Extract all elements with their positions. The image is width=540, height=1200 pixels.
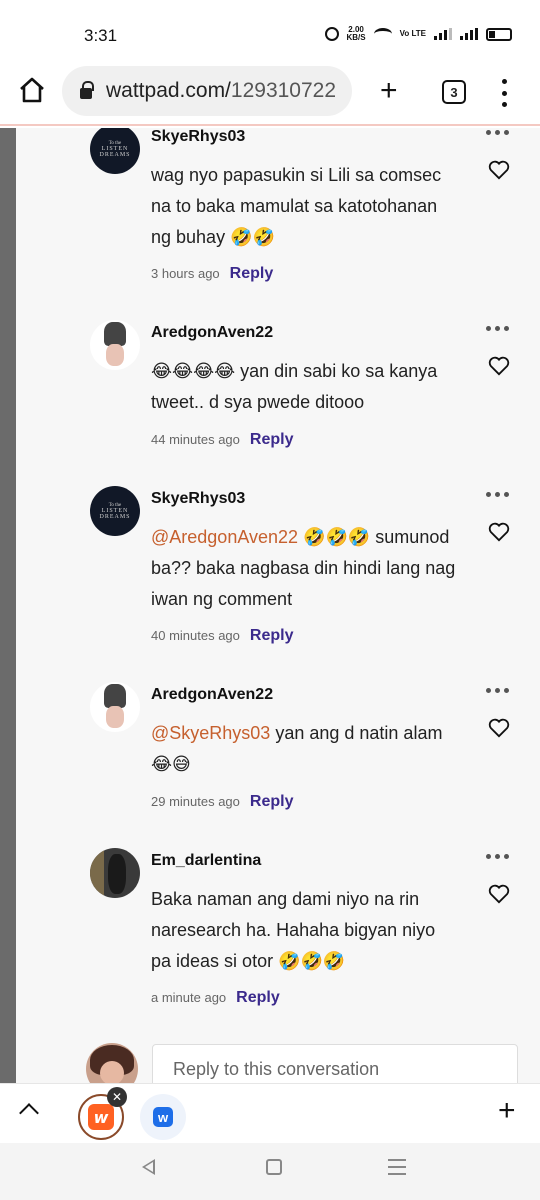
comment-line: @AredgonAven22 🤣🤣🤣 sumunod <box>151 522 461 553</box>
comment-meta: 44 minutes ago Reply <box>151 431 293 449</box>
comment-line: naresearch ha. Hahaha bigyan niyo <box>151 920 436 940</box>
w-app-icon: w <box>153 1107 173 1127</box>
comment-meta: 40 minutes ago Reply <box>151 627 293 645</box>
status-bar: 3:31 2.00 KB/S Vo LTE <box>0 0 540 60</box>
comment-text: 😂😂😂😂 yan din sabi ko sa kanya tweet.. d … <box>151 356 461 418</box>
avatar[interactable]: To the LISTEN DREAMS <box>90 128 140 174</box>
current-user-avatar <box>86 1043 138 1083</box>
lock-icon <box>80 81 94 99</box>
heart-icon[interactable] <box>488 160 510 180</box>
comment-username[interactable]: AredgonAven22 <box>151 324 273 342</box>
reply-link[interactable]: Reply <box>230 265 274 283</box>
comment-line: iwan ng comment <box>151 589 293 609</box>
recents-icon[interactable] <box>388 1159 406 1175</box>
volte-label: Vo LTE <box>399 29 426 38</box>
back-icon[interactable] <box>142 1159 155 1175</box>
wattpad-icon: w <box>88 1104 114 1130</box>
reply-link[interactable]: Reply <box>250 627 294 645</box>
comment-meta: 3 hours ago Reply <box>151 265 273 283</box>
timestamp: 3 hours ago <box>151 266 220 281</box>
more-options-icon[interactable] <box>486 854 509 859</box>
heart-icon[interactable] <box>488 718 510 738</box>
avatar[interactable] <box>90 848 140 898</box>
avatar[interactable] <box>90 320 140 370</box>
comment-text: Baka naman ang dami niyo na rin naresear… <box>151 884 461 977</box>
chevron-up-icon[interactable] <box>19 1103 39 1123</box>
close-icon[interactable]: ✕ <box>107 1087 127 1107</box>
home-square-icon[interactable] <box>266 1159 282 1175</box>
mention-link[interactable]: @SkyeRhys03 <box>151 723 270 743</box>
timestamp: 29 minutes ago <box>151 794 240 809</box>
reply-link[interactable]: Reply <box>236 989 280 1007</box>
more-options-icon[interactable] <box>486 326 509 331</box>
avatar[interactable]: To the LISTEN DREAMS <box>90 486 140 536</box>
heart-icon[interactable] <box>488 884 510 904</box>
url-path: 129310722 <box>230 79 337 102</box>
more-options-icon[interactable] <box>486 130 509 135</box>
comment-line: @SkyeRhys03 yan ang d natin alam <box>151 718 461 749</box>
comment-text: wag nyo papasukin si Lili sa comsec na t… <box>151 160 461 253</box>
comment-line: pa ideas si otor 🤣🤣🤣 <box>151 951 346 971</box>
status-icons: 2.00 KB/S Vo LTE <box>324 26 512 42</box>
comment-username[interactable]: Em_darlentina <box>151 852 261 870</box>
comment-line: 😂😂😂😂 yan din sabi ko sa kanya <box>151 361 438 381</box>
timestamp: a minute ago <box>151 990 227 1005</box>
avatar[interactable] <box>90 682 140 732</box>
comment-line: 😂😅 <box>151 754 191 774</box>
comment-username[interactable]: SkyeRhys03 <box>151 490 245 508</box>
comment-text: @AredgonAven22 🤣🤣🤣 sumunod ba?? baka nag… <box>151 522 461 615</box>
signal-icon-1 <box>434 28 452 40</box>
comment-meta: 29 minutes ago Reply <box>151 793 293 811</box>
comment-username[interactable]: AredgonAven22 <box>151 686 273 704</box>
wifi-icon <box>373 28 392 40</box>
comment-line: ba?? baka nagbasa din hindi lang nag <box>151 558 456 578</box>
tab-switcher-button[interactable]: 3 <box>442 80 466 104</box>
comment-line: Baka naman ang dami niyo na rin <box>151 889 420 909</box>
clock: 3:31 <box>84 26 118 45</box>
system-nav-bar <box>0 1143 540 1200</box>
url-text: wattpad.com/129310722 <box>106 79 336 103</box>
comment-meta: a minute ago Reply <box>151 989 280 1007</box>
bottom-tab-bar: w ✕ w + <box>0 1083 540 1143</box>
browser-toolbar: wattpad.com/129310722 + 3 <box>0 60 540 126</box>
comment-list[interactable]: To the LISTEN DREAMS SkyeRhys03 wag nyo … <box>16 128 540 1083</box>
new-tab-button[interactable]: + <box>380 76 398 106</box>
comment-line: tweet.. d sya pwede ditooo <box>151 392 365 412</box>
network-speed-unit: KB/S <box>346 33 366 42</box>
comment-line-text: 🤣🤣🤣 sumunod <box>298 527 450 547</box>
comment-text: @SkyeRhys03 yan ang d natin alam 😂😅 <box>151 718 461 780</box>
timestamp: 44 minutes ago <box>151 432 240 447</box>
more-options-icon[interactable] <box>486 492 509 497</box>
left-rail <box>0 128 16 1083</box>
reply-link[interactable]: Reply <box>250 793 294 811</box>
more-options-icon[interactable] <box>486 688 509 693</box>
comment-line: wag nyo papasukin si Lili sa comsec <box>151 165 442 185</box>
battery-icon <box>486 27 512 41</box>
signal-icon-2 <box>460 28 478 40</box>
address-bar[interactable]: wattpad.com/129310722 <box>62 66 352 116</box>
alarm-icon <box>324 27 339 41</box>
reply-input[interactable]: Reply to this conversation <box>152 1044 518 1083</box>
comment-line: ng buhay 🤣🤣 <box>151 227 275 247</box>
reply-link[interactable]: Reply <box>250 431 294 449</box>
avatar-text: DREAMS <box>99 151 131 158</box>
avatar-text: DREAMS <box>99 513 131 520</box>
home-icon[interactable] <box>18 76 46 104</box>
comment-username[interactable]: SkyeRhys03 <box>151 128 245 146</box>
add-tab-button[interactable]: + <box>498 1096 516 1126</box>
url-domain: wattpad.com/ <box>106 79 231 102</box>
timestamp: 40 minutes ago <box>151 628 240 643</box>
w-app-tab[interactable]: w <box>140 1094 186 1140</box>
mention-link[interactable]: @AredgonAven22 <box>151 527 298 547</box>
comment-line: na to baka mamulat sa katotohanan <box>151 196 438 216</box>
network-speed: 2.00 KB/S <box>347 26 366 42</box>
comment-thread-area: To the LISTEN DREAMS SkyeRhys03 wag nyo … <box>0 128 540 1083</box>
comment-line-text: yan ang d natin alam <box>270 723 443 743</box>
overflow-menu-icon[interactable] <box>500 79 508 107</box>
heart-icon[interactable] <box>488 356 510 376</box>
heart-icon[interactable] <box>488 522 510 542</box>
